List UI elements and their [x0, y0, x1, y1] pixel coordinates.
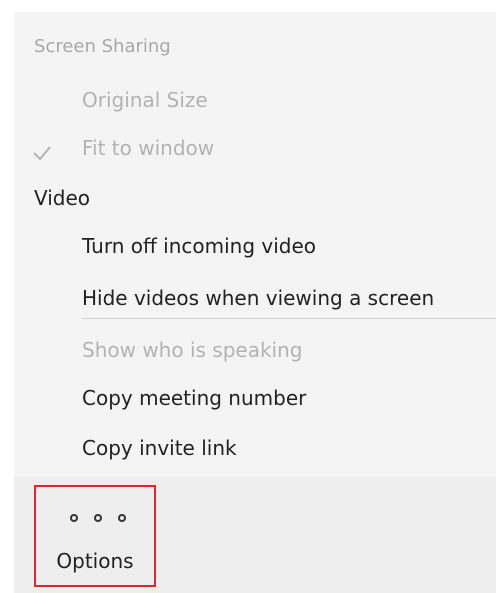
menu-item-show-who-is-speaking[interactable]: Show who is speaking — [82, 338, 302, 362]
menu-item-copy-meeting-number[interactable]: Copy meeting number — [82, 386, 306, 410]
menu-item-original-size[interactable]: Original Size — [82, 88, 208, 112]
meeting-view-menu-screenshot: Screen Sharing Original Size Fit to wind… — [0, 0, 496, 593]
view-options-menu: Screen Sharing Original Size Fit to wind… — [14, 12, 496, 477]
menu-item-copy-invite-link[interactable]: Copy invite link — [82, 436, 237, 460]
menu-item-fit-to-window[interactable]: Fit to window — [82, 136, 214, 160]
checkmark-icon — [33, 146, 51, 161]
options-button[interactable]: Options — [34, 485, 156, 587]
more-horizontal-icon — [70, 512, 126, 524]
menu-divider — [82, 318, 496, 319]
menu-section-video: Video — [34, 186, 91, 210]
menu-item-hide-videos[interactable]: Hide videos when viewing a screen — [82, 286, 434, 310]
options-label: Options — [56, 549, 134, 573]
menu-item-turn-off-incoming-video[interactable]: Turn off incoming video — [82, 234, 316, 258]
menu-section-screen-sharing: Screen Sharing — [34, 36, 171, 57]
